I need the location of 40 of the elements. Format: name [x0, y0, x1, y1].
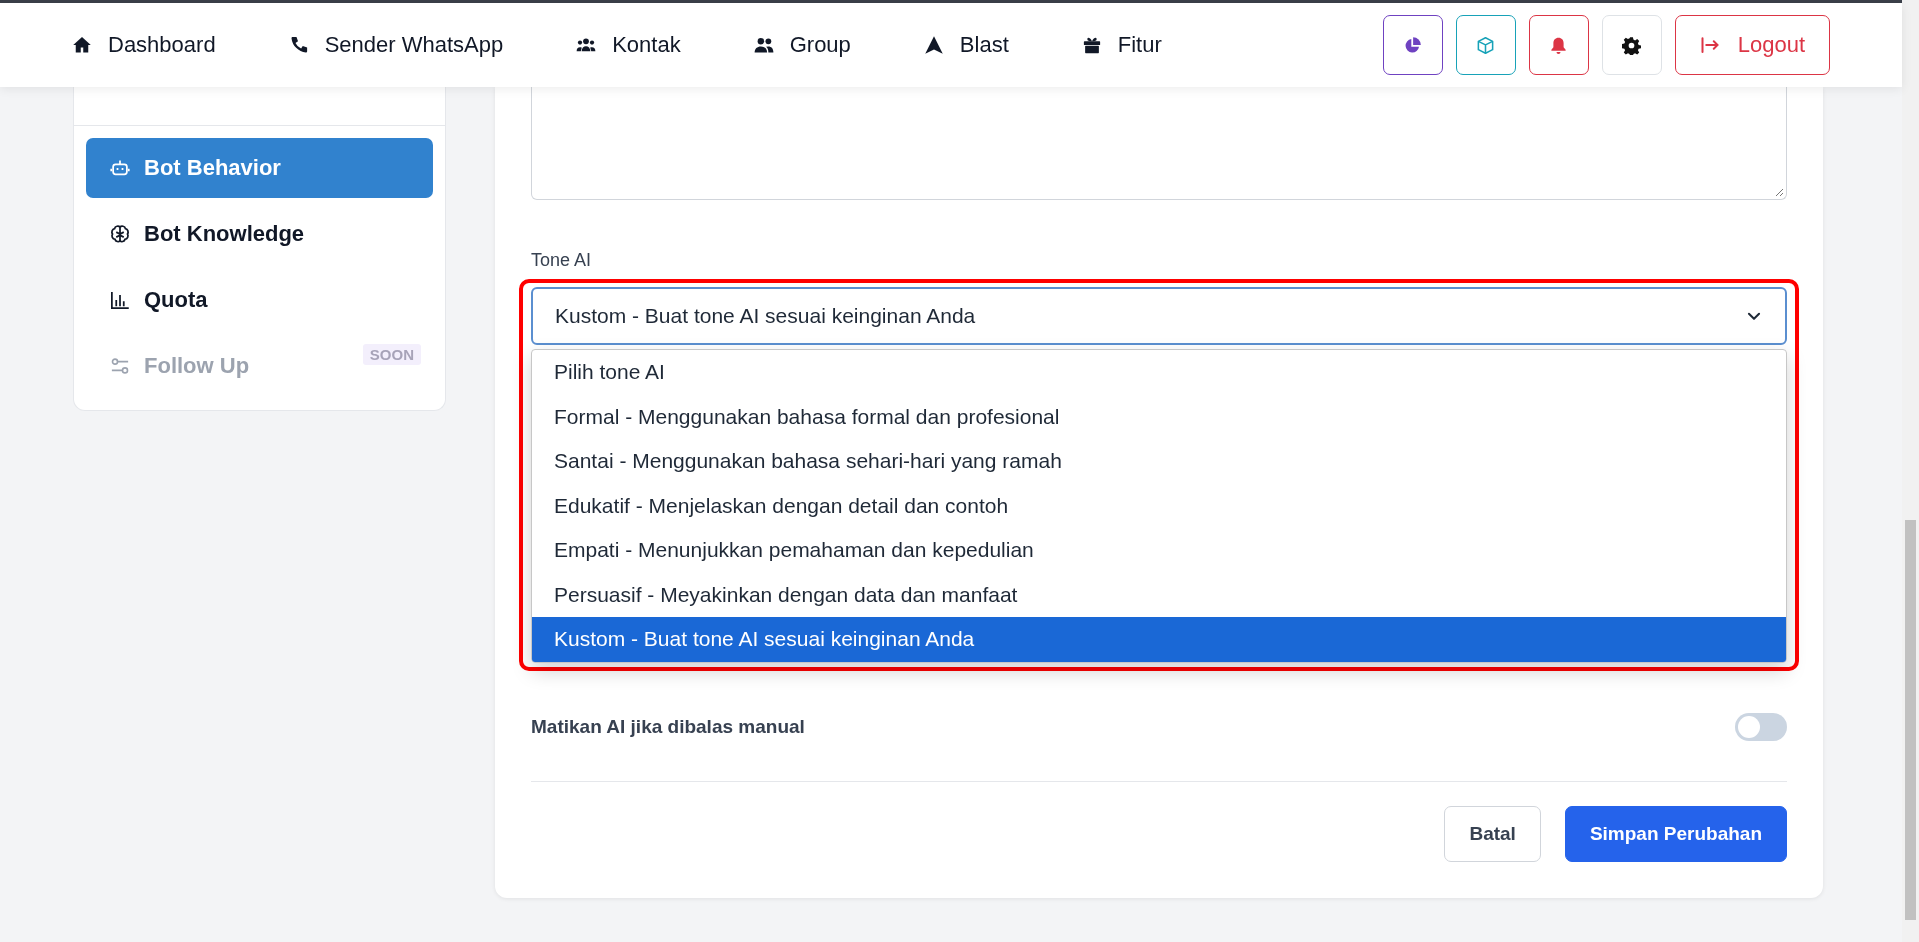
dropdown-option[interactable]: Empati - Menunjukkan pemahaman dan kepedulian: [532, 528, 1786, 573]
dropdown-option[interactable]: Formal - Menggunakan bahasa formal dan profesional: [532, 394, 1786, 439]
dropdown-option[interactable]: Edukatif - Menjelaskan dengan detail dan contoh: [532, 483, 1786, 528]
cube-icon: [1476, 35, 1496, 55]
sidebar-item[interactable]: Bot Knowledge: [86, 204, 433, 264]
logout-icon: [1699, 35, 1720, 55]
gift-icon: [1081, 35, 1102, 55]
toggle-switch[interactable]: [1735, 712, 1787, 741]
people-icon: [753, 35, 774, 55]
dropdown-option[interactable]: Persuasif - Meyakinkan dengan data dan manfaat: [532, 572, 1786, 617]
tone-select[interactable]: Kustom - Buat tone AI sesuai keinginan Anda: [531, 287, 1787, 345]
dropdown-option[interactable]: Pilih tone AI: [532, 350, 1786, 395]
save-button[interactable]: Simpan Perubahan: [1564, 805, 1787, 862]
nav-link[interactable]: Sender WhatsApp: [288, 32, 504, 58]
home-icon: [72, 35, 92, 55]
sliders-icon: [110, 356, 130, 376]
nav-link[interactable]: Blast: [923, 32, 1009, 58]
sidebar-item[interactable]: Quota: [86, 270, 433, 330]
dropdown-option[interactable]: Kustom - Buat tone AI sesuai keinginan Anda: [532, 617, 1786, 662]
bar-chart-icon: [110, 290, 130, 310]
sidebar-item[interactable]: Bot Behavior: [86, 138, 433, 198]
resize-grip-icon: [1774, 187, 1784, 197]
logout-button[interactable]: Logout: [1674, 15, 1830, 75]
soon-badge: SOON: [362, 344, 421, 365]
toggle-label: Matikan AI jika dibalas manual: [531, 715, 805, 738]
pie-chart-icon: [1403, 35, 1423, 55]
brain-icon: [110, 224, 130, 244]
nav-link[interactable]: Kontak: [576, 32, 681, 58]
nav-link[interactable]: Group: [753, 32, 851, 58]
nav-link[interactable]: Fitur: [1081, 32, 1162, 58]
scrollbar[interactable]: [1902, 0, 1919, 942]
dropdown-option[interactable]: Santai - Menggunakan bahasa sehari-hari yang ramah: [532, 439, 1786, 484]
triangle-icon: [923, 35, 944, 55]
cancel-button[interactable]: Batal: [1444, 805, 1541, 862]
toolbar-button[interactable]: [1382, 15, 1443, 75]
robot-icon: [110, 158, 130, 178]
field-label: Tone AI: [531, 250, 593, 271]
nav-link[interactable]: Dashboard: [72, 32, 216, 58]
bell-icon: [1549, 35, 1569, 55]
settings-icon: [1622, 35, 1642, 55]
